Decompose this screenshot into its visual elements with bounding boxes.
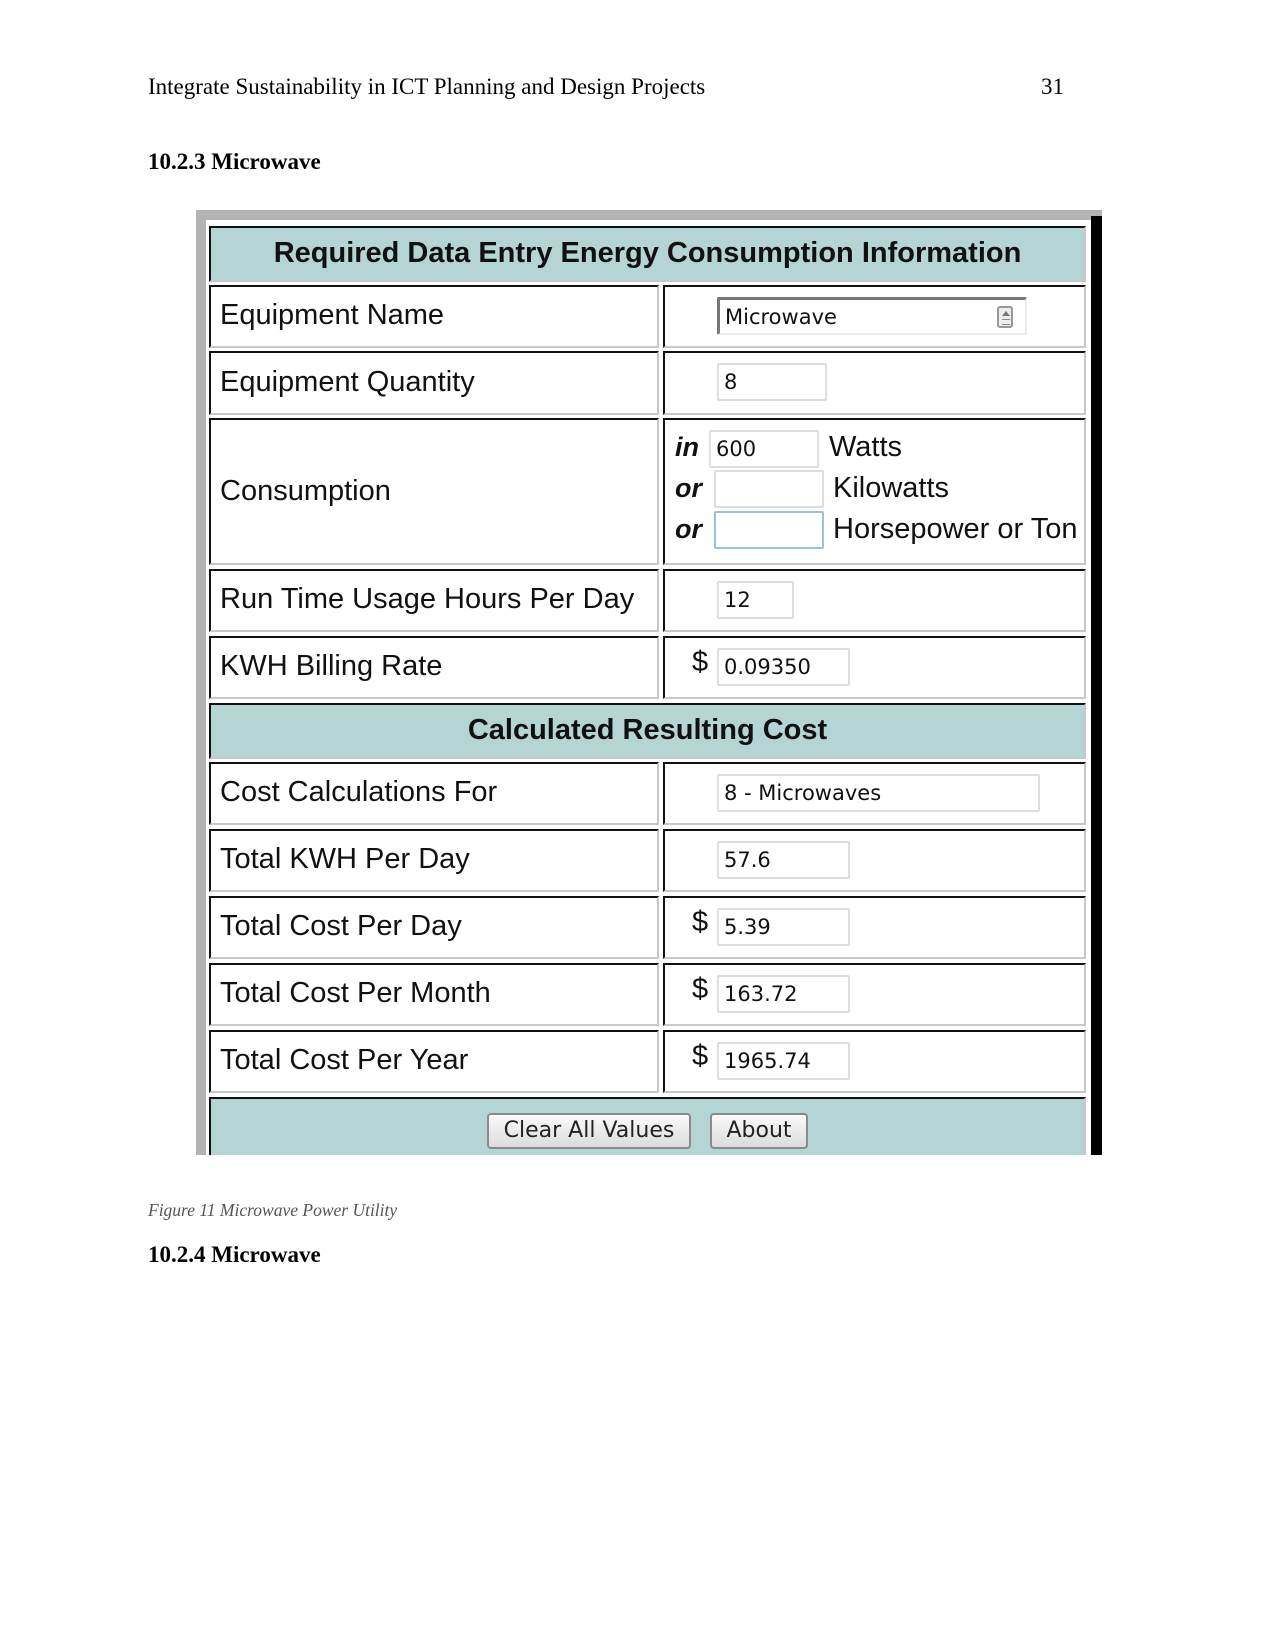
equipment-quantity-input[interactable]: 8 bbox=[717, 363, 827, 401]
equipment-quantity-value-cell: 8 bbox=[663, 351, 1086, 415]
cost-for-row: Cost Calculations For 8 - Microwaves bbox=[209, 762, 1086, 825]
consumption-prefix-horsepower: or bbox=[675, 514, 702, 544]
next-section-title: 10.2.4 Microwave bbox=[148, 1242, 321, 1267]
equipment-quantity-row: Equipment Quantity 8 bbox=[209, 351, 1086, 415]
billing-rate-label: KWH Billing Rate bbox=[220, 650, 443, 682]
equipment-name-value: Microwave bbox=[725, 305, 837, 329]
run-time-input[interactable]: 12 bbox=[717, 581, 794, 619]
clear-all-values-button[interactable]: Clear All Values bbox=[487, 1113, 691, 1149]
horsepower-input[interactable] bbox=[714, 511, 824, 549]
figure-caption: Figure 11 Microwave Power Utility bbox=[148, 1200, 398, 1220]
consumption-prefix-kilowatts: or bbox=[675, 473, 702, 503]
consumption-label: Consumption bbox=[220, 475, 391, 507]
consumption-row: Consumption in 600 Watts or Kilowatts or… bbox=[209, 418, 1086, 565]
cost-per-year-output: 1965.74 bbox=[717, 1042, 850, 1080]
watts-unit-label: Watts bbox=[829, 431, 903, 463]
equipment-name-label: Equipment Name bbox=[220, 299, 445, 331]
equipment-quantity-label: Equipment Quantity bbox=[220, 366, 475, 398]
button-row: Clear All Values About bbox=[209, 1097, 1086, 1155]
cost-per-month-label: Total Cost Per Month bbox=[220, 977, 491, 1009]
kwh-per-day-row: Total KWH Per Day 57.6 bbox=[209, 829, 1086, 892]
equipment-quantity-label-cell: Equipment Quantity bbox=[209, 351, 659, 415]
run-time-label-cell: Run Time Usage Hours Per Day bbox=[209, 569, 659, 632]
billing-rate-row: KWH Billing Rate $ 0.09350 bbox=[209, 636, 1086, 699]
frame-shadow bbox=[1091, 216, 1102, 1155]
kwh-per-day-value-cell: 57.6 bbox=[663, 829, 1086, 892]
cost-per-year-label: Total Cost Per Year bbox=[220, 1044, 469, 1076]
kwh-per-day-label-cell: Total KWH Per Day bbox=[209, 829, 659, 892]
cost-for-output: 8 - Microwaves bbox=[717, 774, 1040, 812]
calculated-header-title: Calculated Resulting Cost bbox=[467, 714, 828, 746]
kilowatts-unit-label: Kilowatts bbox=[833, 472, 950, 504]
horsepower-unit-label: Horsepower or Ton bbox=[833, 513, 1078, 545]
cost-per-month-value-cell: $ 163.72 bbox=[663, 963, 1086, 1026]
equipment-name-label-cell: Equipment Name bbox=[209, 285, 659, 348]
billing-rate-label-cell: KWH Billing Rate bbox=[209, 636, 659, 699]
required-header-row: Required Data Entry Energy Consumption I… bbox=[209, 226, 1086, 282]
watts-input[interactable]: 600 bbox=[709, 430, 819, 468]
cost-per-day-label-cell: Total Cost Per Day bbox=[209, 896, 659, 959]
page-number: 31 bbox=[1041, 74, 1064, 99]
dollar-sign: $ bbox=[692, 1040, 709, 1072]
required-header-title: Required Data Entry Energy Consumption I… bbox=[273, 237, 1022, 269]
energy-calculator-figure: Required Data Entry Energy Consumption I… bbox=[196, 210, 1102, 1155]
calculator-form: Required Data Entry Energy Consumption I… bbox=[206, 220, 1091, 1155]
cost-per-year-value-cell: $ 1965.74 bbox=[663, 1030, 1086, 1093]
cost-per-day-label: Total Cost Per Day bbox=[220, 910, 462, 942]
kwh-per-day-label: Total KWH Per Day bbox=[220, 843, 470, 875]
section-title: 10.2.3 Microwave bbox=[148, 149, 321, 174]
equipment-name-row: Equipment Name Microwave bbox=[209, 285, 1086, 348]
run-time-value-cell: 12 bbox=[663, 569, 1086, 632]
cost-per-year-label-cell: Total Cost Per Year bbox=[209, 1030, 659, 1093]
run-time-row: Run Time Usage Hours Per Day 12 bbox=[209, 569, 1086, 632]
run-time-label: Run Time Usage Hours Per Day bbox=[220, 583, 635, 615]
dollar-sign: $ bbox=[692, 973, 709, 1005]
required-header-band: Required Data Entry Energy Consumption I… bbox=[209, 226, 1086, 282]
cost-per-year-row: Total Cost Per Year $ 1965.74 bbox=[209, 1030, 1086, 1093]
dollar-sign: $ bbox=[692, 906, 709, 938]
billing-rate-input[interactable]: 0.09350 bbox=[717, 648, 850, 686]
cost-per-month-row: Total Cost Per Month $ 163.72 bbox=[209, 963, 1086, 1026]
cost-per-day-output: 5.39 bbox=[717, 908, 850, 946]
calculated-header-row: Calculated Resulting Cost bbox=[209, 703, 1086, 759]
equipment-name-select[interactable]: Microwave bbox=[717, 297, 1027, 335]
footer-band: Clear All Values About bbox=[209, 1097, 1086, 1155]
dollar-sign: $ bbox=[692, 646, 709, 678]
consumption-label-cell: Consumption bbox=[209, 418, 659, 565]
cost-for-label-cell: Cost Calculations For bbox=[209, 762, 659, 825]
consumption-value-cell: in 600 Watts or Kilowatts or Horsepower … bbox=[663, 418, 1086, 565]
equipment-name-value-cell: Microwave bbox=[663, 285, 1086, 348]
spinner-icon[interactable] bbox=[997, 306, 1013, 328]
cost-for-value-cell: 8 - Microwaves bbox=[663, 762, 1086, 825]
kilowatts-input[interactable] bbox=[714, 470, 824, 508]
kwh-per-day-output: 57.6 bbox=[717, 841, 850, 879]
cost-per-month-label-cell: Total Cost Per Month bbox=[209, 963, 659, 1026]
cost-per-day-row: Total Cost Per Day $ 5.39 bbox=[209, 896, 1086, 959]
calculated-header-band: Calculated Resulting Cost bbox=[209, 703, 1086, 759]
billing-rate-value-cell: $ 0.09350 bbox=[663, 636, 1086, 699]
about-button[interactable]: About bbox=[710, 1113, 808, 1149]
cost-per-month-output: 163.72 bbox=[717, 975, 850, 1013]
consumption-prefix-watts: in bbox=[675, 432, 699, 462]
cost-for-label: Cost Calculations For bbox=[220, 776, 498, 808]
running-head: Integrate Sustainability in ICT Planning… bbox=[148, 74, 706, 99]
cost-per-day-value-cell: $ 5.39 bbox=[663, 896, 1086, 959]
